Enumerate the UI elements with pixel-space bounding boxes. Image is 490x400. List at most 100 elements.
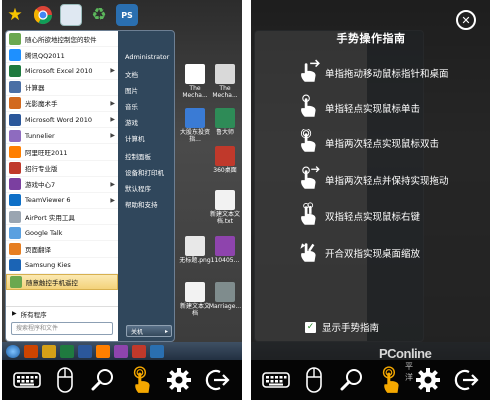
start-menu-link[interactable]: 设备和打印机	[125, 167, 164, 177]
chrome-icon[interactable]	[32, 4, 54, 26]
zoom-icon[interactable]	[87, 364, 119, 396]
start-menu-link[interactable]: 帮助和支持	[125, 199, 158, 209]
gesture-row: 双指轻点实现鼠标右键	[295, 201, 490, 229]
ps-icon[interactable]: PS	[116, 4, 138, 26]
start-menu-right-column: Administrator 文档图片音乐游戏计算机控制面板设备和打印机 默认程序帮助…	[119, 31, 174, 341]
start-menu-item[interactable]: 腾讯QQ2011	[6, 47, 118, 64]
gesture-description: 单指轻点实现鼠标单击	[325, 104, 421, 115]
watermark-subtext: 平 洋	[405, 362, 416, 382]
start-menu-item[interactable]: Microsoft Excel 2010 ▶	[6, 63, 118, 80]
start-menu-item-label: 腾讯QQ2011	[25, 51, 65, 60]
start-menu-item-label: Samsung Kies	[25, 261, 71, 270]
dreammobile-icon	[9, 32, 21, 45]
start-menu-item[interactable]: 计算器	[6, 80, 118, 96]
close-icon[interactable]: ✕	[456, 10, 476, 30]
taskbar-app-icon[interactable]	[78, 344, 92, 358]
qq-icon	[9, 48, 21, 61]
start-menu-item[interactable]: 招行专业版	[6, 161, 118, 177]
window-icon[interactable]	[60, 4, 82, 26]
taskbar-app-icon[interactable]	[24, 344, 38, 358]
zoom-icon[interactable]	[336, 364, 368, 396]
gesture-icon[interactable]	[374, 364, 406, 396]
samsung-kies-icon	[9, 259, 21, 272]
gesture-icon[interactable]	[125, 364, 157, 396]
desktop-icon-label: 110405...	[210, 257, 240, 264]
desktop-icon[interactable]: The Mecha...	[208, 64, 242, 99]
start-search-input[interactable]: 搜索程序和文件	[11, 322, 113, 335]
one-finger-tap-icon	[295, 94, 321, 123]
start-menu-link[interactable]: 图片	[125, 85, 138, 95]
desktop-icon[interactable]: 新建文本文档.txt	[208, 190, 242, 225]
start-menu-item[interactable]: Google Talk	[6, 225, 118, 242]
word-icon	[9, 113, 21, 126]
taskbar-app-icon[interactable]	[114, 344, 128, 358]
star-icon[interactable]: ★	[4, 4, 26, 26]
start-menu-item-label: 页面翻译	[25, 246, 51, 255]
start-menu-link[interactable]: 控制面板	[125, 151, 151, 161]
taskbar-app-icon[interactable]	[42, 344, 56, 358]
watermark-text: PConline	[379, 346, 432, 361]
desktop-icon-label: 大股东投资指...	[179, 129, 210, 143]
file-icon	[215, 146, 235, 166]
gesture-row: 开合双指实现桌面缩放	[295, 240, 490, 266]
start-menu-link[interactable]: Administrator	[125, 53, 169, 61]
start-menu-link[interactable]: 游戏	[125, 117, 138, 127]
taskbar-app-icon[interactable]	[60, 344, 74, 358]
exit-icon[interactable]	[450, 364, 482, 396]
desktop-icon[interactable]: 鲁大师	[208, 108, 242, 136]
game-center-icon	[9, 178, 21, 191]
keyboard-icon[interactable]	[260, 364, 292, 396]
neoimaging-icon	[9, 97, 21, 110]
desktop-icon[interactable]: 360桌面	[208, 146, 242, 174]
gesture-description: 单指两次轻点并保持实现拖动	[325, 176, 449, 187]
mouse-icon[interactable]	[49, 364, 81, 396]
start-menu-item[interactable]: TeamViewer 6 ▶	[6, 193, 118, 210]
start-menu-item[interactable]: 阿里旺旺2011	[6, 144, 118, 161]
start-menu-item-label: AirPort 实用工具	[25, 213, 75, 222]
start-menu-item-label: 光影魔术手	[25, 100, 58, 109]
gesture-guide-overlay: 手势操作指南 ✕ 单指拖动移动鼠标指针和桌面 单指轻点实现鼠标单击 单指两次轻点实现…	[251, 0, 490, 360]
desktop-icon[interactable]: The Mecha...	[178, 64, 212, 99]
start-menu-item[interactable]: 光影魔术手 ▶	[6, 96, 118, 112]
start-menu-link[interactable]: 计算机	[125, 133, 145, 143]
shutdown-button[interactable]: 关机 ▸	[126, 325, 172, 337]
start-menu-item[interactable]: 随心所欲地控制您的软件	[6, 31, 118, 48]
start-menu-item[interactable]: Tunnelier ▶	[6, 128, 118, 145]
start-menu-item[interactable]: 游戏中心7 ▶	[6, 177, 118, 193]
desktop-icon[interactable]: 无标题.png	[178, 236, 212, 264]
gesture-description: 双指轻点实现鼠标右键	[325, 212, 421, 223]
shutdown-label: 关机	[131, 328, 144, 336]
submenu-arrow-icon: ▶	[110, 99, 115, 107]
taskbar-app-icon[interactable]	[150, 344, 164, 358]
all-programs-link[interactable]: ▶ 所有程序	[6, 306, 118, 320]
desktop-icon[interactable]: 新建文本文档	[178, 282, 212, 317]
taskbar-app-icon[interactable]	[96, 344, 110, 358]
refresh-icon[interactable]: ♻	[88, 4, 110, 26]
desktop-icon[interactable]: 大股东投资指...	[178, 108, 212, 143]
exit-icon[interactable]	[201, 364, 233, 396]
start-menu-item[interactable]: Samsung Kies	[6, 258, 118, 274]
chevron-right-icon: ▸	[164, 327, 168, 335]
one-finger-drag-icon	[295, 59, 321, 88]
taskbar	[2, 342, 242, 360]
keyboard-icon[interactable]	[11, 364, 43, 396]
checkbox-checked-icon[interactable]: ✓	[305, 321, 316, 333]
start-menu-item-label: 招行专业版	[25, 165, 58, 174]
start-menu-item[interactable]: 页面翻译	[6, 241, 118, 258]
settings-icon[interactable]	[163, 364, 195, 396]
submenu-arrow-icon: ▶	[110, 132, 115, 140]
start-menu-link[interactable]: 音乐	[125, 101, 138, 111]
start-menu-link[interactable]: 文档	[125, 69, 138, 79]
desktop-icon[interactable]: Marriage...	[208, 282, 242, 310]
start-menu-item[interactable]: AirPort 实用工具	[6, 209, 118, 226]
mouse-icon[interactable]	[298, 364, 330, 396]
remote-toolbar	[2, 360, 242, 400]
start-menu-item[interactable]: Microsoft Word 2010 ▶	[6, 112, 118, 129]
taskbar-app-icon[interactable]	[132, 344, 146, 358]
windows-orb-icon[interactable]	[6, 344, 20, 358]
one-finger-tap-hold-icon	[295, 165, 321, 195]
start-menu-item[interactable]: 随意触控手机遥控	[6, 273, 118, 290]
desktop-icon[interactable]: 110405...	[208, 236, 242, 264]
start-menu-link[interactable]: 默认程序	[125, 183, 151, 193]
show-guide-toggle[interactable]: ✓ 显示手势指南	[305, 320, 379, 334]
